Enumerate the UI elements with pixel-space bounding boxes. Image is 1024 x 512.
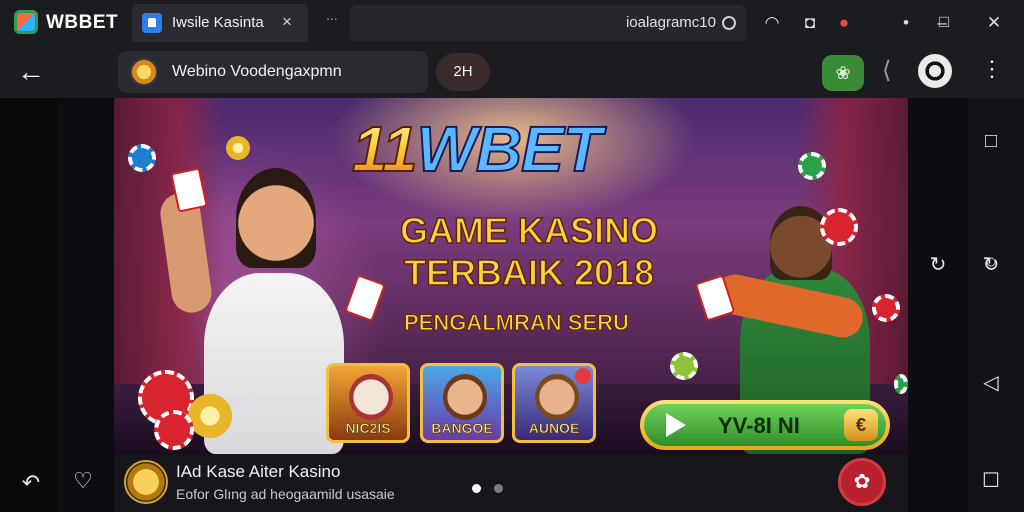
poker-chip-icon xyxy=(798,152,826,180)
app-logo-icon xyxy=(14,10,38,34)
tab-title: Iwsile Kasinta xyxy=(172,14,264,31)
carousel-dot[interactable] xyxy=(494,484,503,493)
soccer-ball-icon[interactable] xyxy=(918,54,952,88)
browser-toolbar: ← Webino Voodengaxpmn 2H ❀ ⟨ ⋮ xyxy=(0,46,1024,98)
address-ring-icon xyxy=(722,16,736,30)
poker-chip-icon xyxy=(154,410,194,450)
right-rail xyxy=(968,98,1024,512)
site-url-text: Webino Voodengaxpmn xyxy=(172,63,342,80)
note-icon[interactable]: ☐ xyxy=(977,468,1005,493)
player-face-icon xyxy=(535,374,579,420)
rotate-screen-icon[interactable]: ↻ xyxy=(924,252,952,277)
app-info-title: IAd Kase Aiter Kasino xyxy=(176,462,341,481)
banner-headline: GAME KASINO TERBAIK 2018 xyxy=(354,209,704,294)
cta-label: YV-8I NI xyxy=(718,413,800,438)
game-tile[interactable]: BANGOE xyxy=(420,363,504,443)
address-bar[interactable]: ioalagramc10 xyxy=(350,5,746,41)
poker-chip-icon xyxy=(128,144,156,172)
tab-close-button[interactable]: × xyxy=(282,12,292,32)
gold-coin-icon xyxy=(226,136,250,160)
back-arrow-icon[interactable]: ← xyxy=(16,56,46,88)
play-now-button[interactable]: YV-8I NI € xyxy=(640,400,890,450)
poker-chip-icon xyxy=(872,294,900,322)
menu-dot-icon[interactable]: • xyxy=(894,11,918,35)
shield-icon[interactable]: ◘ xyxy=(798,11,822,35)
flower-action-button[interactable]: ✿ xyxy=(838,458,886,506)
coin-icon: € xyxy=(844,409,878,441)
new-badge-icon xyxy=(575,368,591,384)
headline-line-1: GAME KASINO xyxy=(399,209,659,252)
site-favicon-icon xyxy=(130,58,158,86)
app-avatar[interactable] xyxy=(124,460,168,504)
poker-chip-icon xyxy=(894,374,908,394)
close-icon[interactable]: ✕ xyxy=(982,11,1006,35)
brand-logo-number: 11 xyxy=(351,112,418,186)
browser-tab[interactable]: Iwsile Kasinta × xyxy=(132,4,308,42)
time-pill[interactable]: 2H xyxy=(436,53,490,91)
game-label: NIC2IS xyxy=(345,420,391,437)
gold-coin-icon xyxy=(188,394,232,438)
record-icon[interactable]: ● xyxy=(832,11,856,35)
woman-head xyxy=(236,168,316,268)
tab-favicon-icon xyxy=(142,13,162,33)
promo-banner[interactable]: 11WBET GAME KASINO TERBAIK 2018 PENGALMR… xyxy=(114,98,908,454)
circle-icon[interactable]: ○ xyxy=(977,251,1005,274)
reload-arc-icon[interactable]: ⟨ xyxy=(882,56,891,85)
brand-logo-wbet: WBET xyxy=(415,112,602,186)
game-tile[interactable]: AUNOE xyxy=(512,363,596,443)
more-menu-icon[interactable]: ⋮ xyxy=(980,56,1004,82)
new-tab-button[interactable]: ∙∙∙ xyxy=(318,10,346,34)
left-rail xyxy=(0,98,58,512)
game-tile[interactable]: NIC2IS xyxy=(326,363,410,443)
play-icon xyxy=(666,413,686,437)
cta-inner: YV-8I NI € xyxy=(644,404,886,446)
square-icon[interactable]: □ xyxy=(977,130,1005,153)
poker-chip-icon xyxy=(670,352,698,380)
wifi-icon[interactable]: ◠ xyxy=(760,11,784,35)
poker-chip-icon xyxy=(820,208,858,246)
boxer-face-icon xyxy=(443,374,487,420)
game-label: AUNOE xyxy=(528,420,580,437)
app-info-bar: IAd Kase Aiter Kasino Eofor Glıng ad heo… xyxy=(114,454,908,512)
site-url-field[interactable]: Webino Voodengaxpmn xyxy=(118,51,428,93)
heart-icon[interactable]: ♡ xyxy=(68,468,98,494)
carousel-dot-active[interactable] xyxy=(472,484,481,493)
app-name: WBBET xyxy=(46,12,119,33)
headline-line-2: TERBAIK 2018 xyxy=(403,251,655,294)
brand-logo: 11WBET xyxy=(351,112,603,186)
banner-tagline: PENGALMRAN SERU xyxy=(404,310,630,336)
window-titlebar: WBBET Iwsile Kasinta × ∙∙∙ ioalagramc10 … xyxy=(0,0,1024,46)
triangle-back-icon[interactable]: ◁ xyxy=(977,370,1005,395)
app-info-subtitle: Eofor Glıng ad heogaamild usasaie xyxy=(176,486,395,502)
extension-button[interactable]: ❀ xyxy=(822,55,864,91)
game-label: BANGOE xyxy=(431,420,493,437)
clown-face-icon xyxy=(349,374,393,420)
undo-icon[interactable]: ↶ xyxy=(16,470,46,496)
address-text: ioalagramc10 xyxy=(625,14,716,31)
maximize-icon[interactable]: □ xyxy=(932,10,956,34)
